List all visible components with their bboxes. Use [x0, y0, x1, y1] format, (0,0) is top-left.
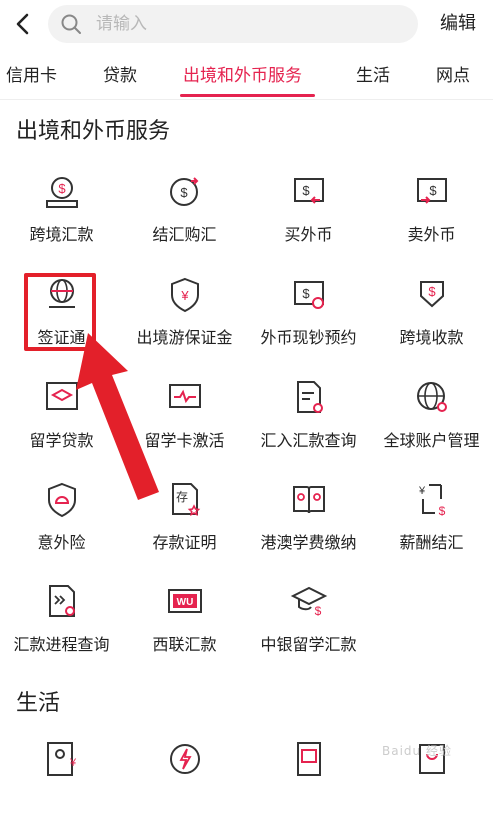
service-cross-border-receipt[interactable]: $ 跨境收款 [370, 276, 493, 376]
tab-life[interactable]: 生活 [356, 65, 390, 87]
buy-foreign-currency-icon: $ [294, 178, 324, 204]
top-bar: 请输入 编辑 [0, 0, 493, 50]
service-western-union[interactable]: WU 西联汇款 [123, 583, 246, 683]
service-label: 意外险 [37, 533, 86, 552]
section-title-overseas: 出境和外币服务 [16, 119, 171, 144]
accident-insurance-icon [48, 482, 76, 518]
service-label: 汇入汇款查询 [260, 431, 357, 450]
study-loan-icon [46, 382, 78, 410]
service-life-1[interactable]: ¥ [0, 740, 123, 840]
svg-text:¥: ¥ [180, 288, 189, 303]
currency-exchange-icon: $ [170, 177, 199, 206]
service-sell-foreign-currency[interactable]: $ 卖外币 [370, 173, 493, 273]
svg-text:$: $ [302, 286, 310, 301]
service-remittance-progress[interactable]: 汇款进程查询 [0, 583, 123, 683]
service-label: 出境游保证金 [136, 328, 233, 347]
watermark: Baidu 经验 [382, 744, 452, 758]
section-title-life: 生活 [16, 691, 61, 716]
service-label: 全球账户管理 [383, 431, 480, 450]
svg-text:WU: WU [177, 597, 194, 608]
service-tuition-payment[interactable]: 港澳学费缴纳 [247, 481, 370, 581]
category-tabs: 信用卡 贷款 出境和外币服务 生活 网点 [0, 53, 493, 100]
service-deposit-certificate[interactable]: 存 存款证明 [123, 481, 246, 581]
highlight-box [24, 273, 96, 351]
svg-text:存: 存 [176, 490, 188, 504]
svg-text:¥: ¥ [69, 757, 77, 769]
service-salary-settlement[interactable]: ¥ $ 薪酬结汇 [370, 481, 493, 581]
service-study-card-activation[interactable]: 留学卡激活 [123, 379, 246, 479]
back-arrow-icon[interactable] [10, 10, 36, 38]
service-label: 港澳学费缴纳 [260, 533, 357, 552]
edit-button[interactable]: 编辑 [440, 12, 476, 36]
service-currency-exchange[interactable]: $ 结汇购汇 [123, 173, 246, 273]
service-label: 留学卡激活 [144, 431, 225, 450]
cross-border-remittance-icon: $ [46, 177, 78, 208]
service-life-3[interactable] [247, 740, 370, 840]
global-account-icon [417, 382, 447, 412]
tuition-payment-icon [293, 486, 325, 514]
service-label: 卖外币 [407, 225, 456, 244]
svg-text:$: $ [429, 183, 437, 198]
inward-remittance-query-icon [297, 381, 323, 413]
svg-text:$: $ [58, 181, 66, 196]
tab-overseas-forex[interactable]: 出境和外币服务 [183, 65, 302, 87]
cash-reservation-icon: $ [294, 281, 324, 309]
discount-phone-icon [297, 742, 321, 776]
svg-text:$: $ [315, 604, 322, 618]
service-accident-insurance[interactable]: 意外险 [0, 481, 123, 581]
service-inward-remittance-query[interactable]: 汇入汇款查询 [247, 379, 370, 479]
svg-text:¥: ¥ [418, 485, 426, 497]
salary-settlement-icon: ¥ $ [418, 484, 446, 518]
svg-text:$: $ [439, 504, 446, 518]
tab-branches[interactable]: 网点 [436, 65, 470, 87]
service-label: 跨境收款 [399, 328, 464, 347]
service-label: 薪酬结汇 [399, 533, 464, 552]
study-card-activation-icon [169, 384, 201, 408]
service-study-loan[interactable]: 留学贷款 [0, 379, 123, 479]
service-cash-reservation[interactable]: $ 外币现钞预约 [247, 276, 370, 376]
service-buy-foreign-currency[interactable]: $ 买外币 [247, 173, 370, 273]
service-label: 外币现钞预约 [260, 328, 357, 347]
travel-deposit-shield-icon: ¥ [171, 277, 199, 313]
service-travel-deposit[interactable]: ¥ 出境游保证金 [123, 276, 246, 376]
svg-text:$: $ [180, 185, 188, 200]
service-label: 结汇购汇 [152, 225, 217, 244]
service-label: 中银留学汇款 [260, 635, 357, 654]
search-placeholder: 请输入 [96, 14, 147, 34]
service-life-2[interactable] [123, 740, 246, 840]
svg-text:$: $ [428, 284, 436, 299]
service-label: 买外币 [284, 225, 333, 244]
search-bar[interactable]: 请输入 [48, 5, 418, 43]
study-abroad-remittance-icon: $ [290, 586, 328, 618]
tab-credit-card[interactable]: 信用卡 [6, 65, 57, 87]
active-tab-indicator [180, 94, 315, 97]
remittance-progress-icon [49, 585, 75, 617]
personal-card-icon: ¥ [47, 742, 77, 776]
service-label: 存款证明 [152, 533, 217, 552]
utility-bolt-icon [170, 744, 200, 774]
deposit-certificate-icon: 存 [172, 483, 201, 516]
svg-text:$: $ [302, 183, 310, 198]
cross-border-receipt-icon: $ [420, 281, 444, 308]
service-label: 留学贷款 [29, 431, 94, 450]
service-label: 汇款进程查询 [13, 635, 110, 654]
sell-foreign-currency-icon: $ [417, 178, 447, 204]
tab-loans[interactable]: 贷款 [103, 65, 137, 87]
search-icon [61, 14, 81, 34]
service-cross-border-remittance[interactable]: $ 跨境汇款 [0, 173, 123, 273]
service-global-account[interactable]: 全球账户管理 [370, 379, 493, 479]
service-label: 西联汇款 [152, 635, 217, 654]
service-study-abroad-remittance[interactable]: $ 中银留学汇款 [247, 583, 370, 683]
service-label: 跨境汇款 [29, 225, 94, 244]
western-union-icon: WU [168, 589, 202, 613]
